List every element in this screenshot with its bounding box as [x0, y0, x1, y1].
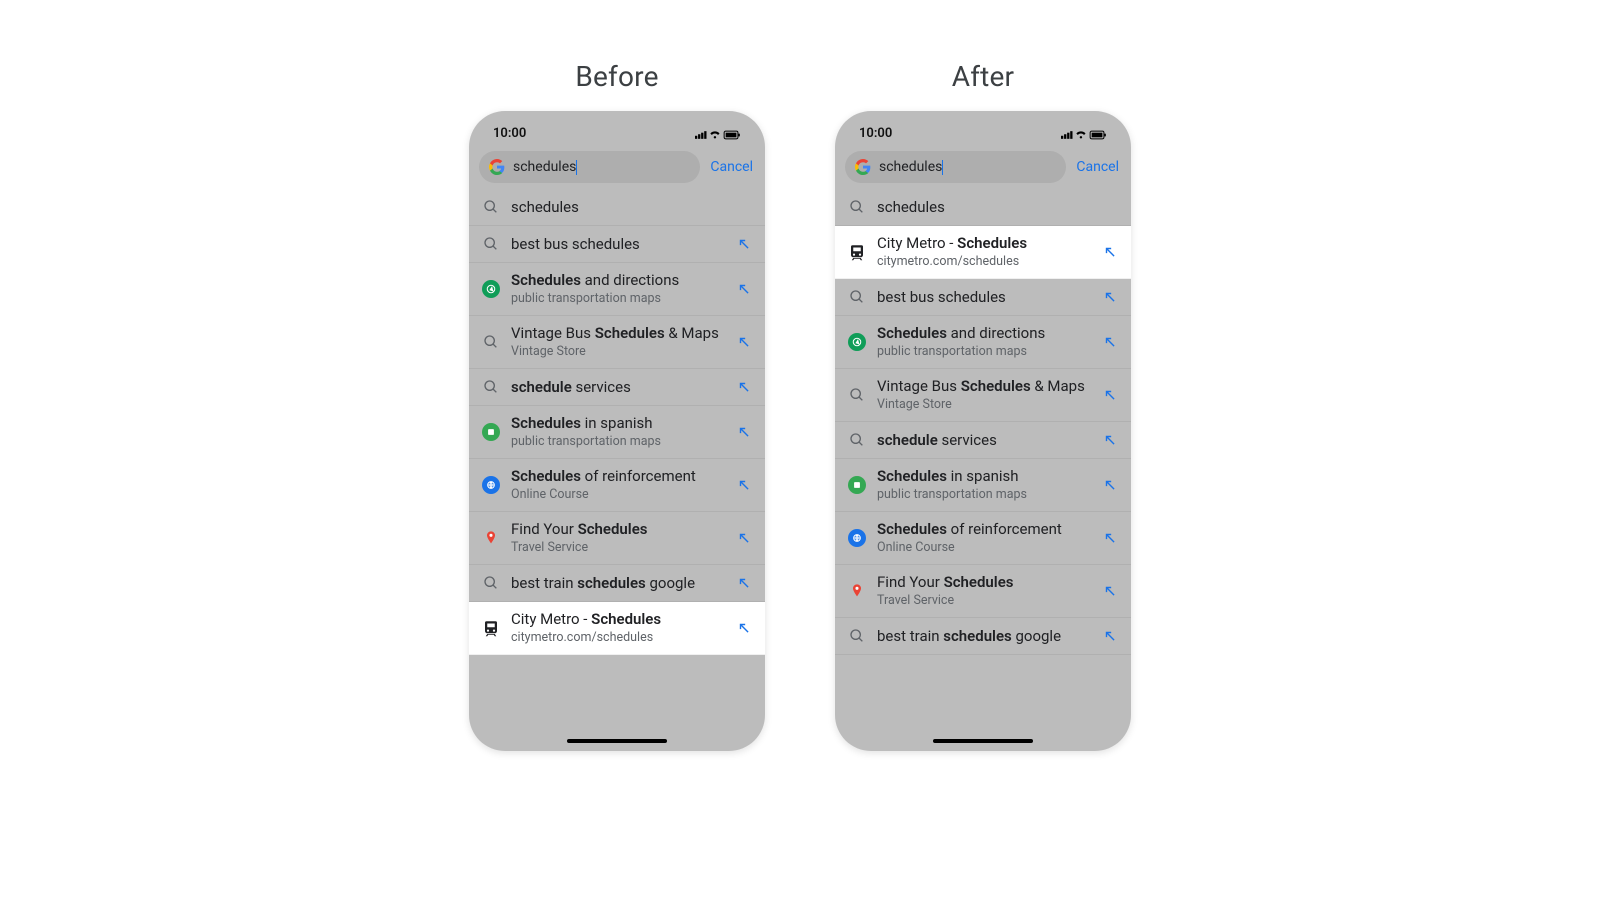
search-icon	[481, 573, 501, 593]
insert-arrow-icon[interactable]	[737, 620, 753, 636]
insert-arrow-icon[interactable]	[737, 477, 753, 493]
search-query-text: schedules	[513, 159, 576, 175]
search-icon	[481, 332, 501, 352]
insert-arrow-icon[interactable]	[737, 379, 753, 395]
suggestion-directions[interactable]: Schedules and directions public transpor…	[469, 263, 765, 316]
home-indicator-icon	[933, 739, 1033, 743]
insert-arrow-icon[interactable]	[1103, 387, 1119, 403]
suggestion-list: schedules City Metro - Schedules citymet…	[835, 189, 1131, 655]
map-icon	[481, 422, 501, 442]
before-panel: Before 10:00 schedules Cancel	[469, 60, 765, 751]
suggestion-reinforcement[interactable]: Schedules of reinforcement Online Course	[835, 512, 1131, 565]
status-bar: 10:00	[835, 111, 1131, 145]
train-icon	[847, 242, 867, 262]
search-bar-row: schedules Cancel	[469, 145, 765, 189]
cancel-button[interactable]: Cancel	[708, 159, 755, 175]
google-logo-icon	[489, 159, 505, 175]
after-panel: After 10:00 schedules Cancel	[835, 60, 1131, 751]
suggestion-list: schedules best bus schedules Schedules a…	[469, 189, 765, 655]
google-logo-icon	[855, 159, 871, 175]
after-label: After	[952, 60, 1015, 93]
clock: 10:00	[493, 126, 526, 141]
train-icon	[481, 618, 501, 638]
insert-arrow-icon[interactable]	[737, 236, 753, 252]
search-query-text: schedules	[879, 159, 942, 175]
insert-arrow-icon[interactable]	[737, 575, 753, 591]
globe-icon	[481, 475, 501, 495]
insert-arrow-icon[interactable]	[1103, 432, 1119, 448]
clock: 10:00	[859, 126, 892, 141]
suggestion-find-your[interactable]: Find Your Schedules Travel Service	[835, 565, 1131, 618]
suggestion-city-metro[interactable]: City Metro - Schedules citymetro.com/sch…	[835, 226, 1131, 279]
map-pin-icon	[847, 581, 867, 601]
suggestion-spanish[interactable]: Schedules in spanish public transportati…	[469, 406, 765, 459]
suggestion-schedule-services[interactable]: schedule services	[469, 369, 765, 406]
insert-arrow-icon[interactable]	[1103, 289, 1119, 305]
status-icons	[1061, 129, 1107, 141]
status-icons	[695, 129, 741, 141]
insert-arrow-icon[interactable]	[1103, 628, 1119, 644]
insert-arrow-icon[interactable]	[737, 530, 753, 546]
insert-arrow-icon[interactable]	[737, 281, 753, 297]
phone-after: 10:00 schedules Cancel	[835, 111, 1131, 751]
insert-arrow-icon[interactable]	[1103, 530, 1119, 546]
search-bar-row: schedules Cancel	[835, 145, 1131, 189]
suggestion-vintage[interactable]: Vintage Bus Schedules & Maps Vintage Sto…	[469, 316, 765, 369]
map-icon	[847, 475, 867, 495]
suggestion-directions[interactable]: Schedules and directions public transpor…	[835, 316, 1131, 369]
search-icon	[481, 234, 501, 254]
cell-wifi-battery-icon	[1061, 129, 1107, 141]
insert-arrow-icon[interactable]	[737, 334, 753, 350]
suggestion-best-train[interactable]: best train schedules google	[835, 618, 1131, 655]
insert-arrow-icon[interactable]	[1103, 583, 1119, 599]
search-icon	[481, 197, 501, 217]
search-input[interactable]: schedules	[479, 151, 700, 183]
compass-icon	[847, 332, 867, 352]
insert-arrow-icon[interactable]	[1103, 334, 1119, 350]
search-icon	[847, 197, 867, 217]
globe-icon	[847, 528, 867, 548]
search-icon	[847, 626, 867, 646]
cell-wifi-battery-icon	[695, 129, 741, 141]
suggestion-spanish[interactable]: Schedules in spanish public transportati…	[835, 459, 1131, 512]
text-caret-icon	[576, 160, 577, 175]
suggestion-schedules[interactable]: schedules	[469, 189, 765, 226]
search-icon	[847, 287, 867, 307]
suggestion-reinforcement[interactable]: Schedules of reinforcement Online Course	[469, 459, 765, 512]
insert-arrow-icon[interactable]	[1103, 477, 1119, 493]
phone-before: 10:00 schedules Cancel	[469, 111, 765, 751]
suggestion-schedule-services[interactable]: schedule services	[835, 422, 1131, 459]
insert-arrow-icon[interactable]	[737, 424, 753, 440]
suggestion-best-train[interactable]: best train schedules google	[469, 565, 765, 602]
search-icon	[481, 377, 501, 397]
suggestion-vintage[interactable]: Vintage Bus Schedules & Maps Vintage Sto…	[835, 369, 1131, 422]
before-label: Before	[575, 60, 658, 93]
search-icon	[847, 430, 867, 450]
suggestion-best-bus[interactable]: best bus schedules	[469, 226, 765, 263]
home-indicator-icon	[567, 739, 667, 743]
suggestion-best-bus[interactable]: best bus schedules	[835, 279, 1131, 316]
suggestion-find-your[interactable]: Find Your Schedules Travel Service	[469, 512, 765, 565]
search-icon	[847, 385, 867, 405]
insert-arrow-icon[interactable]	[1103, 244, 1119, 260]
cancel-button[interactable]: Cancel	[1074, 159, 1121, 175]
text-caret-icon	[942, 160, 943, 175]
status-bar: 10:00	[469, 111, 765, 145]
map-pin-icon	[481, 528, 501, 548]
suggestion-schedules[interactable]: schedules	[835, 189, 1131, 226]
search-input[interactable]: schedules	[845, 151, 1066, 183]
suggestion-city-metro[interactable]: City Metro - Schedules citymetro.com/sch…	[469, 602, 765, 655]
compass-icon	[481, 279, 501, 299]
